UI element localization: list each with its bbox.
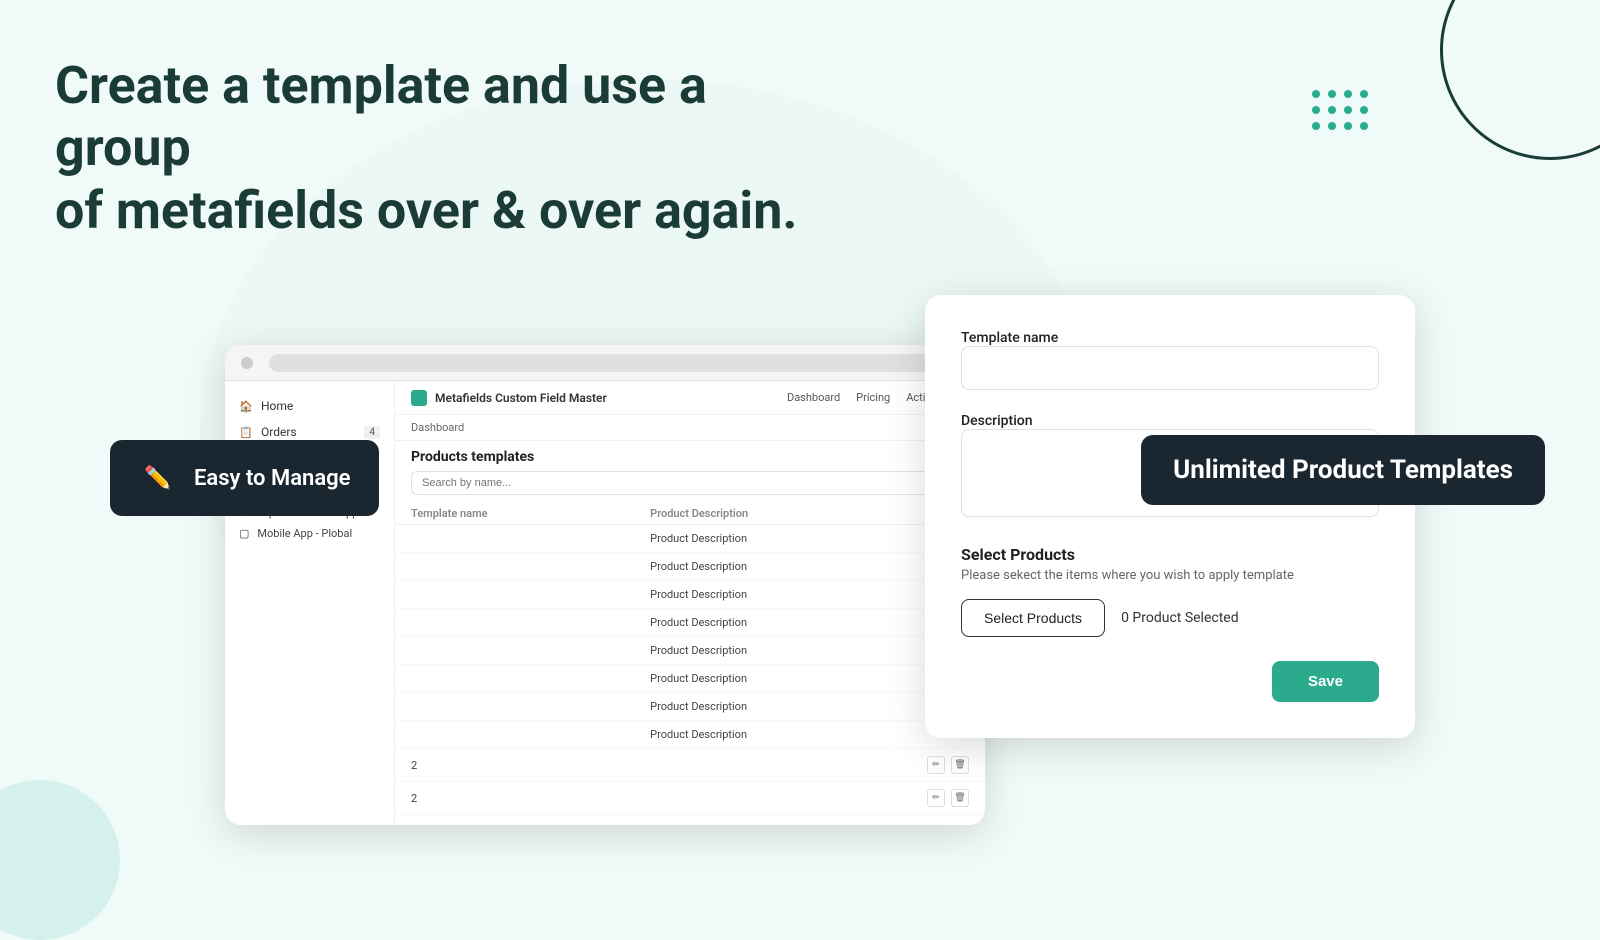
pencil-icon: ✏️ xyxy=(138,458,178,498)
row-actions: ✏ 🗑 xyxy=(927,756,969,774)
breadcrumb: Dashboard xyxy=(395,415,985,441)
unlimited-badge-label: Unlimited Product Templates xyxy=(1173,455,1513,485)
easy-to-manage-badge: ✏️ Easy to Manage xyxy=(110,440,379,516)
select-products-row: Select Products 0 Product Selected xyxy=(961,599,1379,637)
home-icon: 🏠 xyxy=(239,399,253,413)
table-row: Product Description xyxy=(395,581,985,609)
save-button[interactable]: Save xyxy=(1272,661,1379,702)
select-products-title: Select Products xyxy=(961,545,1379,564)
template-name-label: Template name xyxy=(961,330,1058,346)
bg-circle-top-right xyxy=(1440,0,1600,160)
col-header-1: Template name xyxy=(411,507,650,520)
dots-grid xyxy=(1312,90,1370,132)
unlimited-badge: Unlimited Product Templates xyxy=(1141,435,1545,505)
edit-icon[interactable]: ✏ xyxy=(927,789,945,807)
table-row: Product Description xyxy=(395,637,985,665)
sidebar-home-label: Home xyxy=(261,399,293,413)
app-logo xyxy=(411,390,427,406)
select-products-section: Select Products Please sekect the items … xyxy=(961,545,1379,637)
select-products-button[interactable]: Select Products xyxy=(961,599,1105,637)
select-products-subtitle: Please sekect the items where you wish t… xyxy=(961,568,1379,583)
delete-icon[interactable]: 🗑 xyxy=(951,756,969,774)
col-header-2: Product Description xyxy=(650,507,969,520)
heading-line2: of metafields over & over again. xyxy=(55,180,797,241)
row-col2: Product Description xyxy=(650,700,969,713)
form-footer: Save xyxy=(961,661,1379,702)
table-row: Product Description xyxy=(395,665,985,693)
row-col2: Product Description xyxy=(650,616,969,629)
sidebar-home[interactable]: 🏠 Home xyxy=(225,393,394,419)
row-col2: Product Description xyxy=(650,728,969,741)
row-col2: Product Description xyxy=(650,672,969,685)
inner-main: Metafields Custom Field Master Dashboard… xyxy=(395,381,985,825)
browser-topbar xyxy=(225,345,985,381)
orders-icon: 📋 xyxy=(239,425,253,439)
template-form-panel: Template name Description Select Product… xyxy=(925,295,1415,738)
app-name: Metafields Custom Field Master xyxy=(435,391,779,405)
description-label: Description xyxy=(961,413,1033,429)
table-row: Product Description xyxy=(395,609,985,637)
page-title: Products templates xyxy=(395,441,985,471)
nav-pricing[interactable]: Pricing xyxy=(856,389,890,406)
sidebar-orders-label: Orders xyxy=(261,425,297,439)
products-selected-text: 0 Product Selected xyxy=(1121,610,1239,626)
channel-mobile-label: Mobile App - Plobal xyxy=(257,527,352,540)
browser-address-bar xyxy=(269,354,969,372)
edit-icon[interactable]: ✏ xyxy=(927,756,945,774)
table-row-with-actions: 2 ✏ 🗑 xyxy=(395,782,985,815)
table-row: Product Description xyxy=(395,553,985,581)
table-row: Product Description xyxy=(395,525,985,553)
nav-dashboard[interactable]: Dashboard xyxy=(787,389,840,406)
delete-icon[interactable]: 🗑 xyxy=(951,789,969,807)
row-col2: Product Description xyxy=(650,644,969,657)
row-num: 2 xyxy=(411,792,632,805)
template-name-input[interactable] xyxy=(961,346,1379,390)
channel-mobile-app[interactable]: ▢ Mobile App - Plobal xyxy=(225,523,394,544)
table-row: Product Description xyxy=(395,721,985,749)
browser-window: 🏠 Home 📋 Orders 4 Sales channels ⚙ Onlin… xyxy=(225,345,985,825)
row-actions: ✏ 🗑 xyxy=(927,789,969,807)
row-col2: Product Description xyxy=(650,560,969,573)
table-header: Template name Product Description xyxy=(395,503,985,525)
heading-line1: Create a template and use a group xyxy=(55,55,707,178)
table-row-with-actions: 2 ✏ 🗑 xyxy=(395,749,985,782)
search-input[interactable] xyxy=(411,471,969,495)
orders-badge: 4 xyxy=(364,426,380,439)
row-col2: Product Description xyxy=(650,588,969,601)
row-num: 2 xyxy=(411,759,632,772)
inner-header: Metafields Custom Field Master Dashboard… xyxy=(395,381,985,415)
channel-mobile-icon: ▢ xyxy=(239,527,249,540)
bg-circle-bottom-left xyxy=(0,780,120,940)
row-col2: Product Description xyxy=(650,532,969,545)
browser-circle-1 xyxy=(241,357,253,369)
inner-table: Template name Product Description Produc… xyxy=(395,503,985,825)
table-row: Product Description xyxy=(395,693,985,721)
main-heading: Create a template and use a group of met… xyxy=(55,55,855,242)
easy-badge-label: Easy to Manage xyxy=(194,466,351,491)
